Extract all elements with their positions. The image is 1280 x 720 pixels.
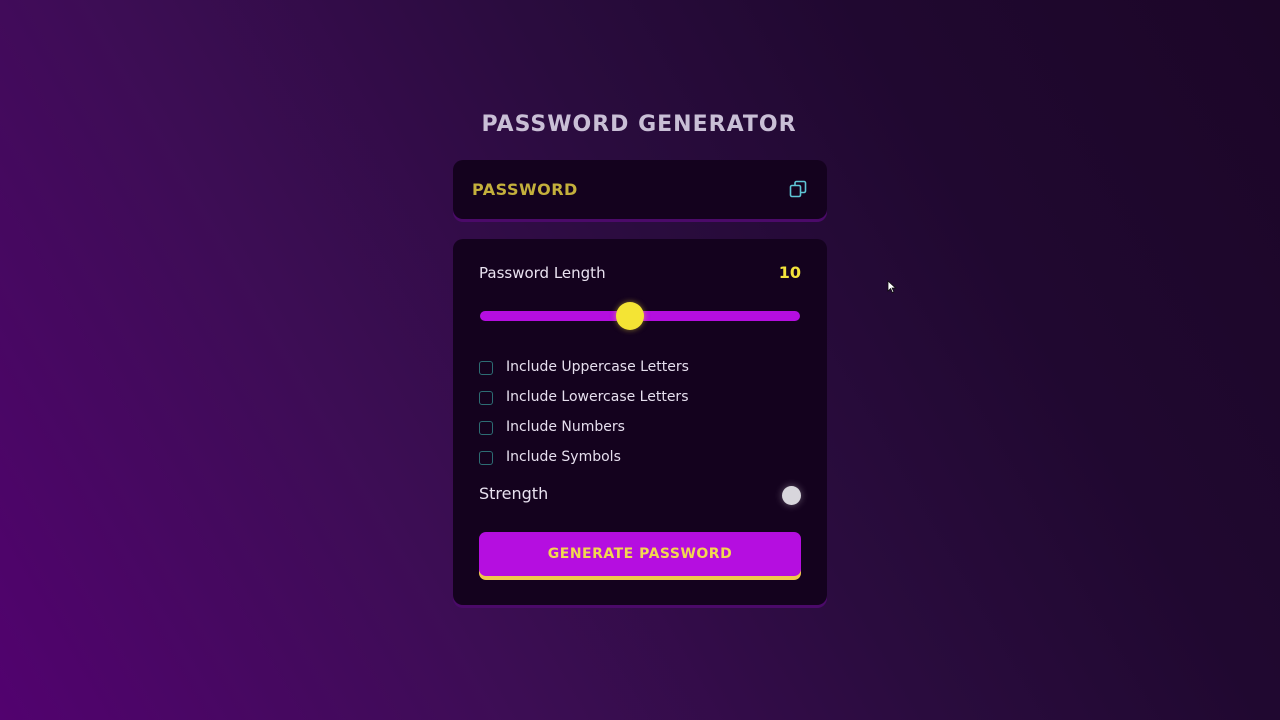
option-lowercase[interactable]: Include Lowercase Letters <box>479 382 689 412</box>
settings-card: Password Length 10 Include Uppercase Let… <box>453 239 827 605</box>
length-slider[interactable] <box>480 302 800 330</box>
option-symbols[interactable]: Include Symbols <box>479 442 689 472</box>
option-uppercase[interactable]: Include Uppercase Letters <box>479 352 689 382</box>
option-label: Include Symbols <box>506 449 621 465</box>
option-label: Include Uppercase Letters <box>506 359 689 375</box>
password-length-value: 10 <box>778 263 801 282</box>
generate-password-button[interactable]: GENERATE PASSWORD <box>479 532 801 576</box>
password-length-label: Password Length <box>479 264 606 282</box>
copy-icon[interactable] <box>789 180 807 198</box>
strength-label: Strength <box>479 484 549 503</box>
length-slider-thumb[interactable] <box>616 302 645 330</box>
page-title: PASSWORD GENERATOR <box>481 112 797 137</box>
lowercase-checkbox[interactable] <box>479 391 493 405</box>
option-label: Include Numbers <box>506 419 625 435</box>
uppercase-checkbox[interactable] <box>479 361 493 375</box>
options-list: Include Uppercase Letters Include Lowerc… <box>479 352 689 472</box>
option-label: Include Lowercase Letters <box>506 389 689 405</box>
mouse-cursor-icon <box>887 280 897 294</box>
option-numbers[interactable]: Include Numbers <box>479 412 689 442</box>
symbols-checkbox[interactable] <box>479 451 493 465</box>
password-display: PASSWORD <box>453 160 827 219</box>
numbers-checkbox[interactable] <box>479 421 493 435</box>
strength-indicator <box>782 486 801 505</box>
password-output: PASSWORD <box>472 180 578 199</box>
